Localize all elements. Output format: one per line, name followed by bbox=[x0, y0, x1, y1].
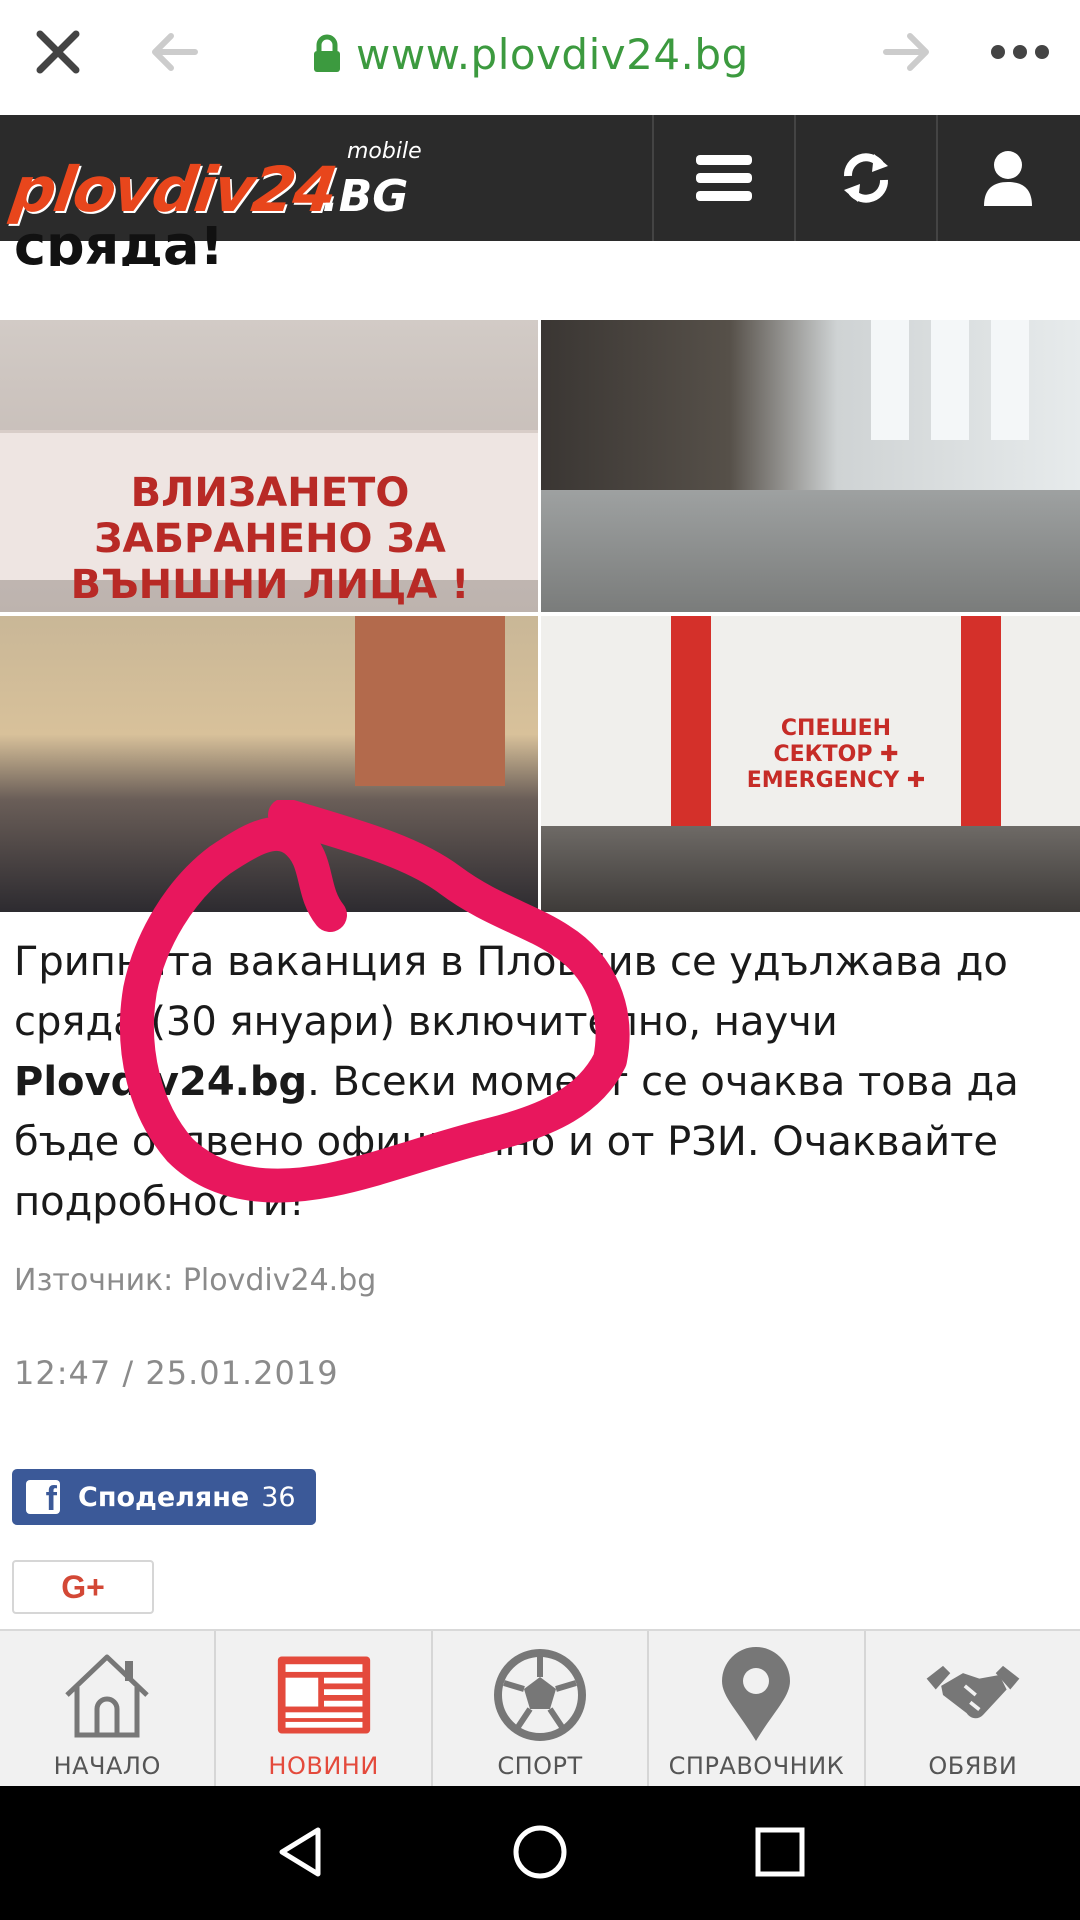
arrow-right-icon[interactable] bbox=[880, 28, 936, 76]
logo-mobile: mobile bbox=[347, 139, 422, 164]
home-circle-icon[interactable] bbox=[510, 1822, 570, 1882]
tab-directory-label: СПРАВОЧНИК bbox=[668, 1752, 845, 1780]
tab-home[interactable]: НАЧАЛО bbox=[0, 1631, 217, 1786]
site-logo[interactable]: plovdiv24 mobile .BG bbox=[7, 135, 432, 226]
photo-entry-sign: ВЛИЗАНЕТО ЗАБРАНЕНО ЗА ВЪНШНИ ЛИЦА ! bbox=[0, 320, 538, 612]
article-source: Източник: Plovdiv24.bg bbox=[14, 1263, 377, 1298]
tab-home-label: НАЧАЛО bbox=[53, 1752, 161, 1780]
annotation-scribble bbox=[119, 800, 630, 1203]
corridor-window bbox=[991, 320, 1029, 440]
address-bar[interactable]: www.plovdiv24.bg bbox=[312, 26, 749, 82]
site-header: plovdiv24 mobile .BG bbox=[0, 115, 1080, 241]
tab-news[interactable]: НОВИНИ bbox=[216, 1631, 433, 1786]
corridor-window bbox=[931, 320, 969, 440]
tab-sport-label: СПОРТ bbox=[497, 1752, 583, 1780]
tab-directory[interactable]: СПРАВОЧНИК bbox=[649, 1631, 866, 1786]
more-horizontal-icon[interactable] bbox=[988, 36, 1052, 68]
logo-main: plovdiv24 bbox=[6, 153, 341, 226]
google-plus-button[interactable]: G+ bbox=[12, 1560, 154, 1614]
photo-hospital-corridor bbox=[541, 320, 1080, 612]
arrow-left-icon[interactable] bbox=[145, 28, 201, 76]
corridor-window bbox=[871, 320, 909, 440]
red-pillar bbox=[961, 616, 1001, 846]
user-button[interactable] bbox=[936, 115, 1078, 241]
android-navigation-bar bbox=[0, 1786, 1080, 1920]
lock-icon bbox=[314, 34, 340, 72]
school-building bbox=[355, 616, 505, 786]
user-icon bbox=[984, 151, 1032, 206]
refresh-icon bbox=[844, 153, 888, 203]
emergency-sign: СПЕШЕН СЕКТОР ✚ EMERGENCY ✚ bbox=[746, 716, 926, 793]
facebook-share-button[interactable]: f Споделяне 36 bbox=[12, 1469, 316, 1525]
facebook-share-count: 36 bbox=[261, 1481, 296, 1513]
refresh-button[interactable] bbox=[794, 115, 936, 241]
bottom-tab-bar: НАЧАЛО НОВИНИ СПОРТ СПРАВОЧНИК ОБЯВИ bbox=[0, 1629, 1080, 1786]
menu-button[interactable] bbox=[652, 115, 794, 241]
logo-suffix: .BG bbox=[322, 171, 409, 222]
map-pin-icon bbox=[722, 1647, 791, 1741]
headline-tail: сряда! bbox=[14, 226, 225, 266]
tab-classifieds-label: ОБЯВИ bbox=[928, 1752, 1018, 1780]
hamburger-icon bbox=[696, 155, 752, 201]
browser-toolbar: www.plovdiv24.bg bbox=[0, 0, 1080, 115]
home-icon bbox=[65, 1654, 149, 1738]
tab-sport[interactable]: СПОРТ bbox=[433, 1631, 650, 1786]
close-icon[interactable] bbox=[30, 24, 86, 80]
back-triangle-icon[interactable] bbox=[270, 1822, 330, 1882]
tab-news-label: НОВИНИ bbox=[268, 1752, 379, 1780]
sign-text: ВЛИЗАНЕТО ЗАБРАНЕНО ЗА ВЪНШНИ ЛИЦА ! bbox=[70, 470, 470, 608]
handshake-icon bbox=[926, 1665, 1020, 1719]
facebook-share-label: Споделяне bbox=[78, 1481, 250, 1513]
url-text: www.plovdiv24.bg bbox=[356, 29, 749, 79]
soccer-ball-icon bbox=[494, 1649, 587, 1741]
recents-square-icon[interactable] bbox=[750, 1822, 810, 1882]
google-plus-label: G+ bbox=[61, 1568, 105, 1605]
facebook-icon: f bbox=[26, 1480, 60, 1514]
article-timestamp: 12:47 / 25.01.2019 bbox=[14, 1354, 339, 1392]
corridor-floor bbox=[541, 490, 1080, 612]
tab-classifieds[interactable]: ОБЯВИ bbox=[866, 1631, 1080, 1786]
red-pillar bbox=[671, 616, 711, 846]
newspaper-icon bbox=[277, 1656, 370, 1734]
